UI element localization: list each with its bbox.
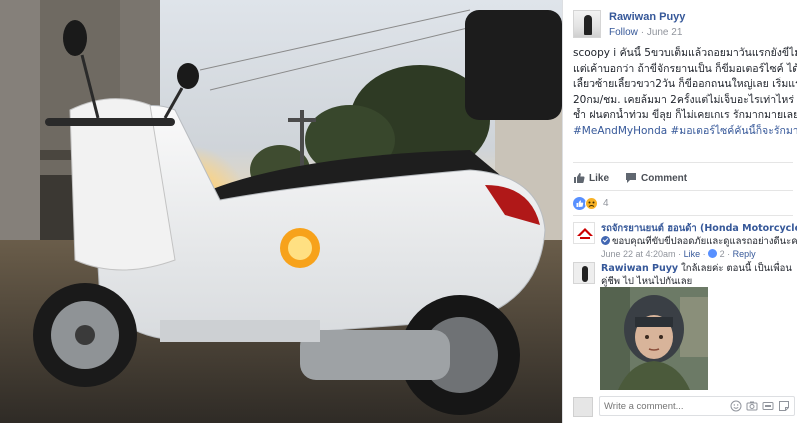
reaction-count: 4 [603,197,609,209]
caption-hashtags[interactable]: #MeAndMyHonda #มอเตอร์ไซค์คันนี้ก็จะรักม… [573,124,797,140]
honda-page-avatar[interactable] [573,222,595,244]
reactions-summary[interactable]: 4 [573,195,609,211]
comment-item: รถจักรยานยนต์ ฮอนด้า (Honda Motorcycle T… [573,222,799,261]
comment-item: Rawiwan Puyy ใกล้เลยค่ะ ตอนนี้ เป็นเพื่อ… [573,262,799,288]
caption-line: แต่เค้าบอกว่า ถ้าขี่จักรยานเป็น ก็ขี่มอเ… [573,62,797,75]
commenter-avatar[interactable] [573,262,595,284]
speech-bubble-icon [626,173,636,183]
comment-body: รถจักรยานยนต์ ฮอนด้า (Honda Motorcycle T… [601,222,797,261]
comment-author-link[interactable]: Rawiwan Puyy [601,263,678,274]
meta-separator: · [640,27,645,38]
comment-photo-attachment[interactable] [600,287,708,390]
post-date[interactable]: June 21 [647,27,683,38]
verified-badge-icon [601,236,610,245]
post-sidebar: Rawiwan Puyy Follow · June 21 scoopy i ค… [562,0,800,423]
emoji-icon[interactable] [730,400,742,412]
like-label: Like [589,172,610,184]
follow-and-date: Follow · June 21 [609,27,682,38]
divider [573,162,793,163]
scooter-photo-illustration [0,0,562,423]
divider [573,190,793,191]
divider [573,215,793,216]
post-author-header: Rawiwan Puyy Follow · June 21 [573,10,793,44]
follow-button[interactable]: Follow [609,27,638,38]
comment-composer[interactable] [599,396,795,416]
comment-reply-count: 2 [719,249,725,259]
camera-icon[interactable] [746,400,758,412]
caption-line: scoopy i คันนี้ 5ขวบเต็มแล้วถอยมาวันแรกย… [573,47,797,59]
sad-reaction-icon [585,196,598,210]
helmet-selfie-illustration [600,287,708,390]
comment-time[interactable]: June 22 at 4:20am [601,249,676,259]
like-button[interactable]: Like [573,170,609,186]
comment-reply-link[interactable]: Reply [733,249,756,259]
thumbs-up-icon [574,173,585,183]
comment-label: Comment [641,172,688,184]
author-name-link[interactable]: Rawiwan Puyy [609,11,685,23]
comment-input[interactable] [604,399,724,413]
post-photo[interactable] [0,0,562,423]
comment-like-count-icon [708,249,718,258]
caption-line: ช้ำ ฝนตกน้ำท่วม ขี่ลุย ก็ไม่เคยเกเร รักม… [573,109,797,121]
comment-meta: June 22 at 4:20am · Like · 2 · Reply [601,249,756,259]
comment-like-link[interactable]: Like [684,249,701,259]
post-caption: scoopy i คันนี้ 5ขวบเต็มแล้วถอยมาวันแรกย… [573,46,797,139]
author-avatar[interactable] [573,10,601,38]
honda-wing-logo-icon [577,228,593,239]
current-user-avatar [573,397,593,417]
comment-text: ขอบคุณที่ขับขี่ปลอดภัยและดูแลรถอย่างดีนะ… [612,236,797,247]
comment-body: Rawiwan Puyy ใกล้เลยค่ะ ตอนนี้ เป็นเพื่อ… [601,262,797,288]
composer-tools [730,400,790,412]
comment-button[interactable]: Comment [625,170,687,186]
post-actions: Like Comment [573,170,793,186]
caption-line: 20กม/ชม. เคยล้มมา 2ครั้งแต่ไม่เจ็บอะไรเท… [573,93,797,106]
caption-line: เลี้ยวซ้ายเลี้ยวขวา2วัน ก็ขี่ออกถนนใหญ่เ… [573,78,797,90]
comment-author-link[interactable]: รถจักรยานยนต์ ฮอนด้า (Honda Motorcycle T… [601,223,797,234]
gif-icon[interactable] [762,400,774,412]
sticker-icon[interactable] [778,400,790,412]
